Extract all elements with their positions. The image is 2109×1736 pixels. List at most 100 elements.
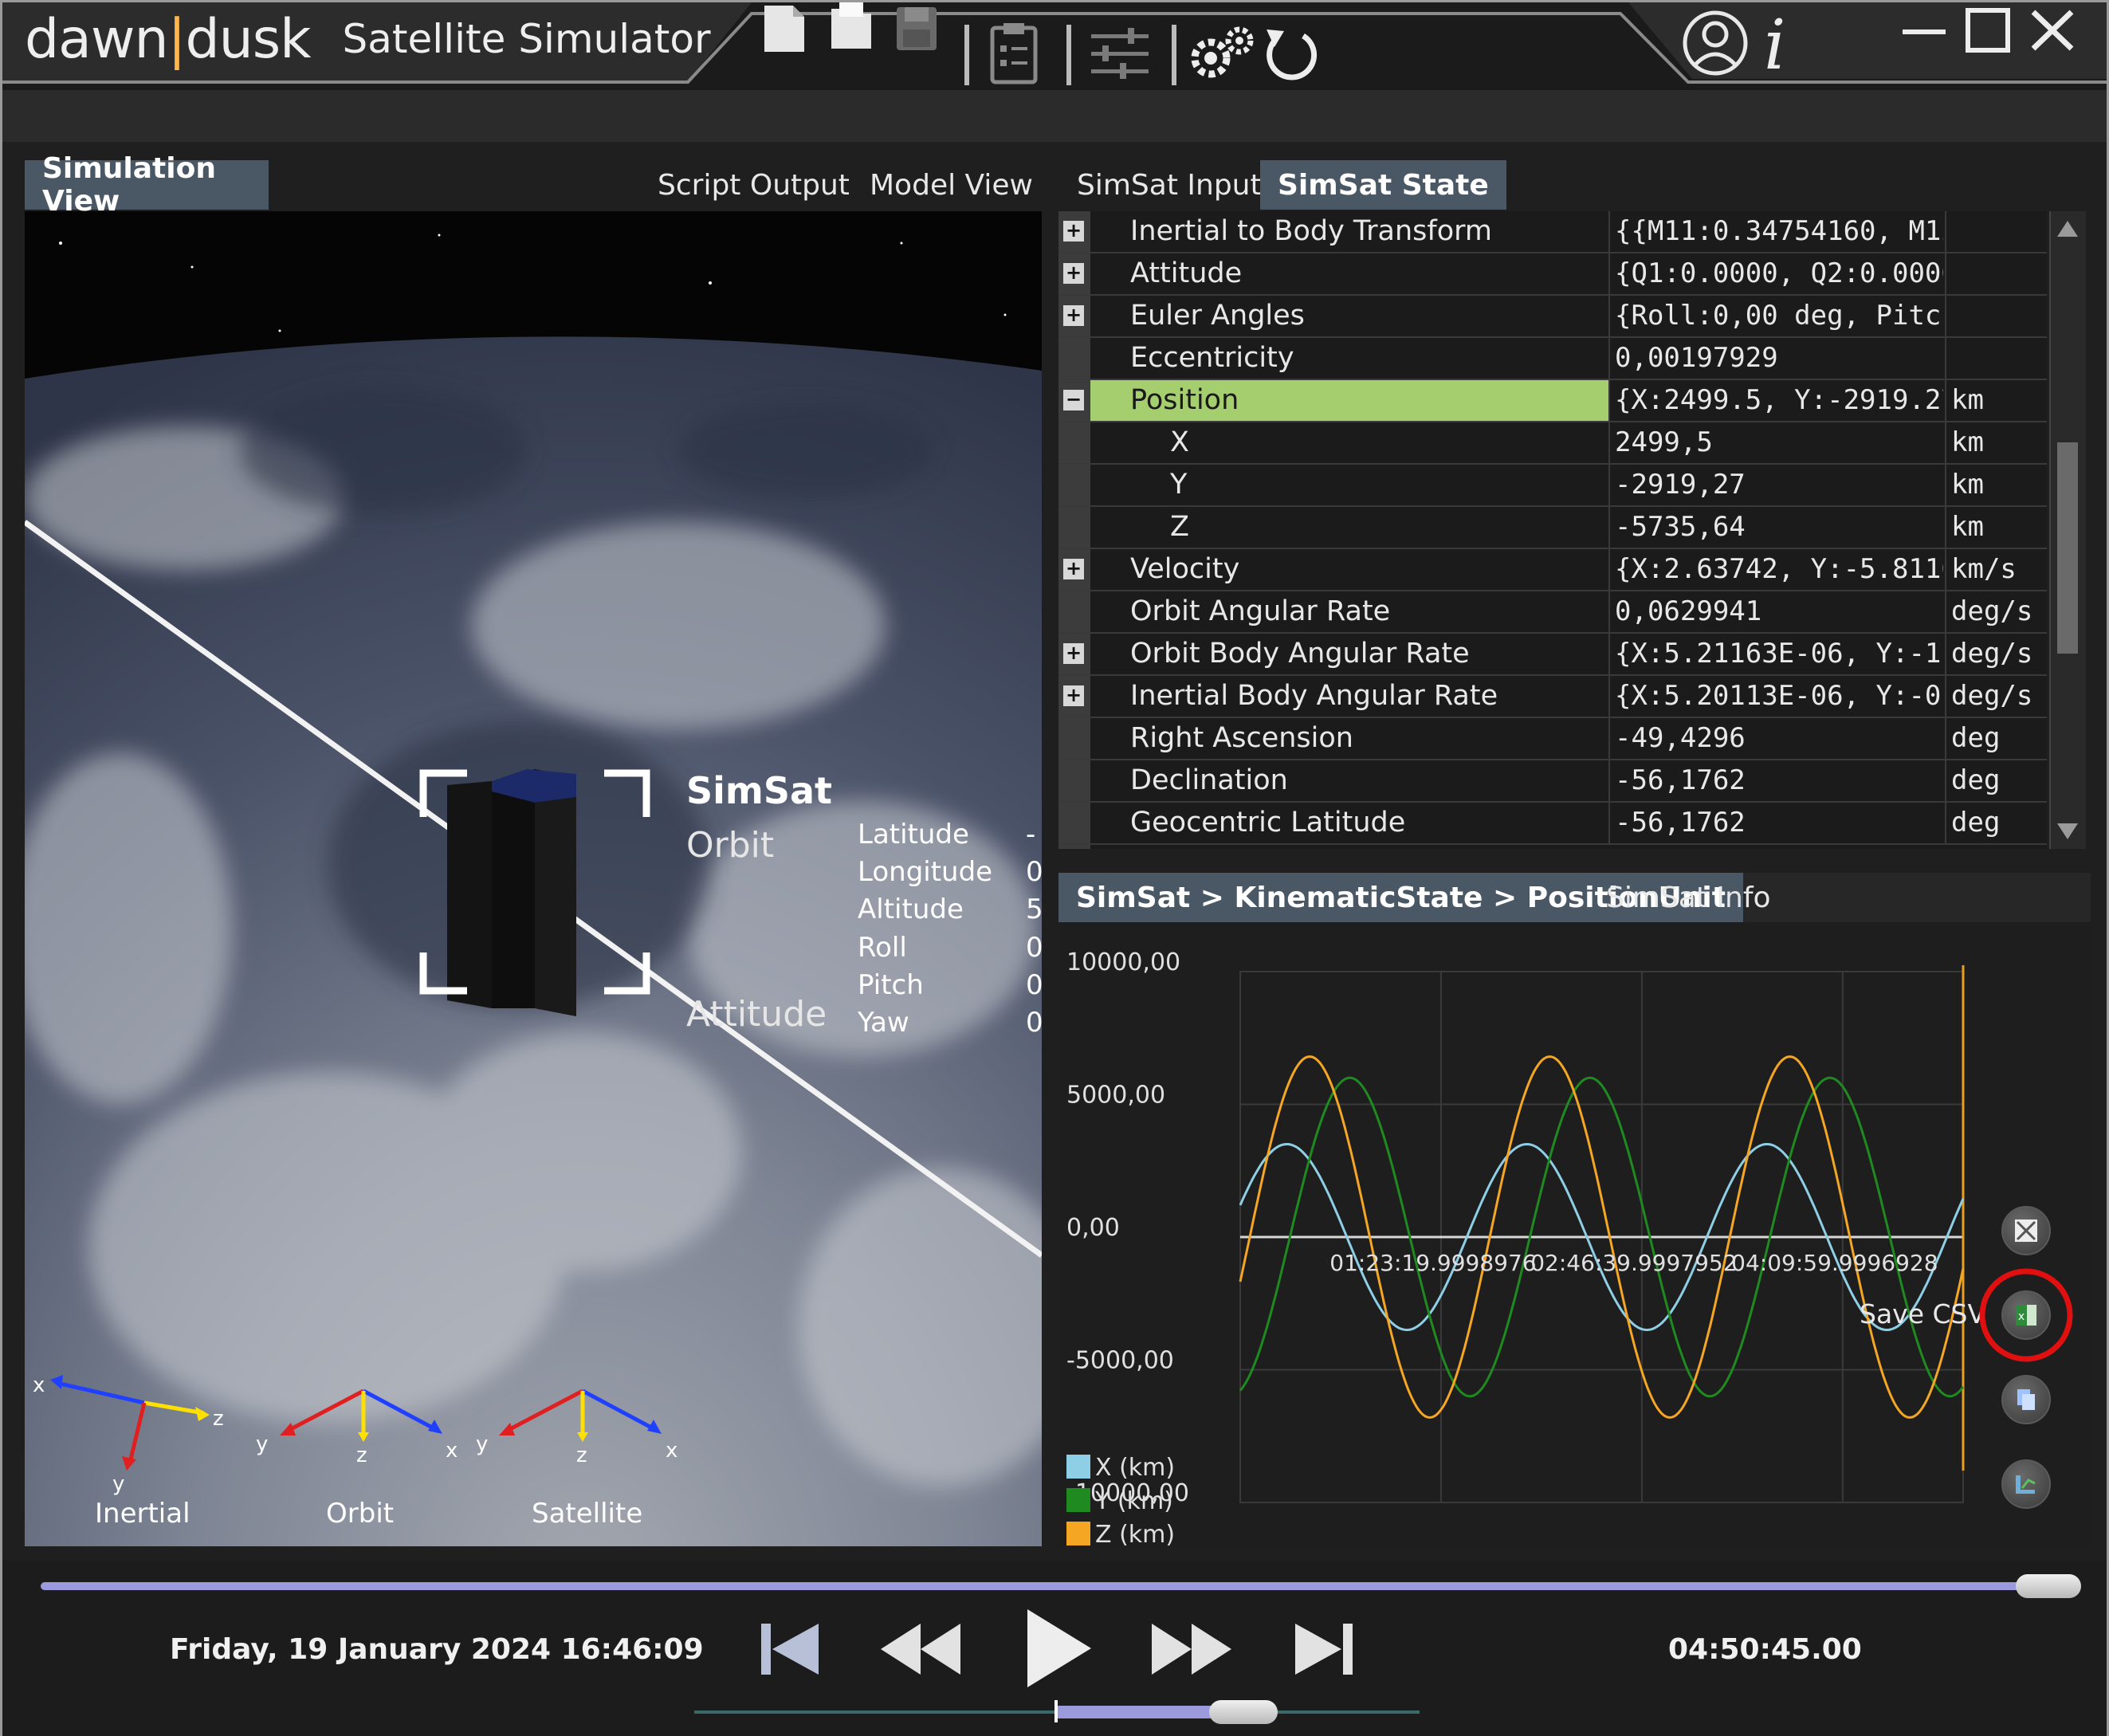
latitude-label: Latitude — [858, 819, 969, 850]
close-icon[interactable] — [2024, 2, 2081, 58]
speed-handle[interactable] — [1209, 1700, 1278, 1724]
grid-row[interactable]: Declination -56,1762 deg — [1058, 760, 2047, 803]
grid-row[interactable]: Y -2919,27 km — [1058, 465, 2047, 507]
legend-label: X (km) — [1095, 1454, 1175, 1482]
property-value: {X:5.20113E-06, Y:-0.0 — [1608, 676, 1943, 717]
timeline-handle[interactable] — [2016, 1574, 2081, 1598]
longitude-label: Longitude — [858, 856, 993, 888]
property-value: -49,4296 — [1608, 718, 1943, 759]
rewind-button[interactable] — [878, 1617, 965, 1681]
grid-row[interactable]: + Inertial Body Angular Rate {X:5.20113E-0… — [1058, 676, 2047, 718]
yaw-label: Yaw — [858, 1007, 909, 1039]
property-unit: deg/s — [1945, 676, 2047, 717]
x-tick-label: 01:23:19.9998976 — [1329, 1250, 1536, 1276]
property-value: {Q1:0.0000, Q2:0.0000, — [1608, 253, 1943, 294]
property-value: {{M11:0.34754160, M12: — [1608, 211, 1943, 252]
property-unit: km/s — [1945, 549, 2047, 590]
minimize-icon[interactable] — [1896, 2, 1954, 58]
property-value: 0,00197929 — [1608, 338, 1943, 379]
tab-simsat-state[interactable]: SimSat State — [1260, 160, 1506, 210]
fast-forward-button[interactable] — [1147, 1617, 1235, 1681]
fit-view-button[interactable] — [2001, 1206, 2051, 1255]
grid-row[interactable]: − Position {X:2499.5, Y:-2919.27, km — [1058, 380, 2047, 422]
toolbar-divider — [964, 25, 969, 85]
tab-simulation-view[interactable]: Simulation View — [25, 152, 269, 218]
grid-row[interactable]: Eccentricity 0,00197929 — [1058, 338, 2047, 380]
scroll-up-icon[interactable] — [2056, 219, 2080, 238]
tab-simsat-info[interactable]: SimSat Info — [1589, 873, 1789, 922]
sliders-icon[interactable] — [1088, 26, 1152, 82]
property-unit: km — [1945, 380, 2047, 421]
orbit-x-label: x — [446, 1439, 458, 1463]
y-tick-label: -5000,00 — [1066, 1347, 1174, 1375]
highlight-ring — [1979, 1268, 2073, 1362]
property-unit: km — [1945, 465, 2047, 505]
grid-row[interactable]: + Attitude {Q1:0.0000, Q2:0.0000, — [1058, 253, 2047, 296]
reset-icon[interactable] — [1260, 25, 1321, 88]
property-unit: km — [1945, 422, 2047, 463]
grid-scroll-thumb[interactable] — [2057, 442, 2078, 654]
expand-icon[interactable]: + — [1063, 221, 1084, 242]
property-value: {X:2499.5, Y:-2919.27, — [1608, 380, 1943, 421]
expand-icon[interactable]: + — [1063, 559, 1084, 579]
simulation-viewport[interactable]: SimSat Orbit Attitude Latitude Longitude… — [25, 211, 1042, 1546]
skip-start-button[interactable] — [755, 1617, 827, 1681]
altitude-value: 5 — [1026, 894, 1042, 925]
new-file-icon[interactable] — [761, 2, 807, 55]
grid-row[interactable]: Z -5735,64 km — [1058, 507, 2047, 549]
property-value: -2919,27 — [1608, 465, 1943, 505]
simsat-state-grid[interactable]: + Inertial to Body Transform {{M11:0.34754… — [1058, 211, 2047, 849]
grid-row[interactable]: + Velocity {X:2.63742, Y:-5.81165 km/s — [1058, 549, 2047, 591]
grid-row[interactable]: X 2499,5 km — [1058, 422, 2047, 465]
grid-row[interactable]: Right Ascension -49,4296 deg — [1058, 718, 2047, 760]
tab-simsat-input[interactable]: SimSat Input — [1059, 160, 1279, 210]
grid-row[interactable]: + Euler Angles {Roll:0,00 deg, Pitch: — [1058, 296, 2047, 338]
tab-model-view[interactable]: Model View — [852, 160, 1051, 210]
grid-row[interactable]: Orbit Angular Rate 0,0629941 deg/s — [1058, 591, 2047, 634]
legend-swatch — [1066, 1488, 1090, 1512]
legend-label: Z (km) — [1095, 1521, 1175, 1546]
play-button[interactable] — [1019, 1604, 1099, 1692]
expand-icon[interactable]: + — [1063, 263, 1084, 284]
title-bar: dawn|dusk Satellite Simulator i — [2, 2, 2107, 90]
latitude-value: - — [1026, 819, 1036, 850]
satellite-model — [447, 769, 576, 1016]
grid-row[interactable]: Geocentric Latitude -56,1762 deg — [1058, 803, 2047, 845]
menu-band — [2, 90, 2107, 142]
orbit-z-label: z — [356, 1443, 367, 1467]
roll-label: Roll — [858, 932, 907, 964]
property-unit: deg — [1945, 718, 2047, 759]
fit-view-icon — [2015, 1220, 2037, 1242]
scroll-down-icon[interactable] — [2056, 822, 2080, 841]
export-button[interactable] — [2001, 1459, 2051, 1509]
sim-date: Friday, 19 January 2024 16:46:09 — [170, 1633, 704, 1666]
legend-swatch — [1066, 1455, 1090, 1479]
expand-icon[interactable]: + — [1063, 685, 1084, 706]
save-csv-tooltip: Save CSV — [1860, 1298, 1986, 1329]
attitude-heading: Attitude — [686, 994, 827, 1035]
orbit-y-label: y — [256, 1432, 269, 1456]
user-icon[interactable] — [1681, 9, 1750, 77]
info-icon[interactable]: i — [1764, 6, 1786, 85]
satellite-z-label: z — [576, 1443, 587, 1467]
tab-script-output[interactable]: Script Output — [640, 160, 867, 210]
save-icon[interactable] — [893, 2, 940, 55]
skip-end-button[interactable] — [1289, 1617, 1361, 1681]
timeline-track[interactable] — [41, 1582, 2065, 1590]
gears-icon[interactable] — [1187, 23, 1259, 87]
grid-scrollbar[interactable] — [2049, 211, 2086, 849]
open-folder-icon[interactable] — [828, 2, 874, 55]
expand-icon[interactable]: + — [1063, 305, 1084, 326]
position-chart[interactable]: 10000,005000,000,00-5000,00-10000,0001:2… — [1058, 922, 2091, 1549]
grid-row[interactable]: + Inertial to Body Transform {{M11:0.34754… — [1058, 211, 2047, 253]
pitch-value: 0 — [1026, 969, 1042, 1001]
clipboard-icon[interactable] — [988, 22, 1040, 85]
maximize-icon[interactable] — [1960, 2, 2017, 58]
grid-row[interactable]: + Orbit Body Angular Rate {X:5.21163E-06, … — [1058, 634, 2047, 676]
property-value: -56,1762 — [1608, 803, 1943, 843]
property-unit — [1945, 338, 2047, 379]
copy-button[interactable] — [2001, 1375, 2051, 1424]
x-tick-label: 04:09:59.9996928 — [1731, 1250, 1938, 1276]
collapse-icon[interactable]: − — [1063, 390, 1084, 410]
expand-icon[interactable]: + — [1063, 643, 1084, 664]
